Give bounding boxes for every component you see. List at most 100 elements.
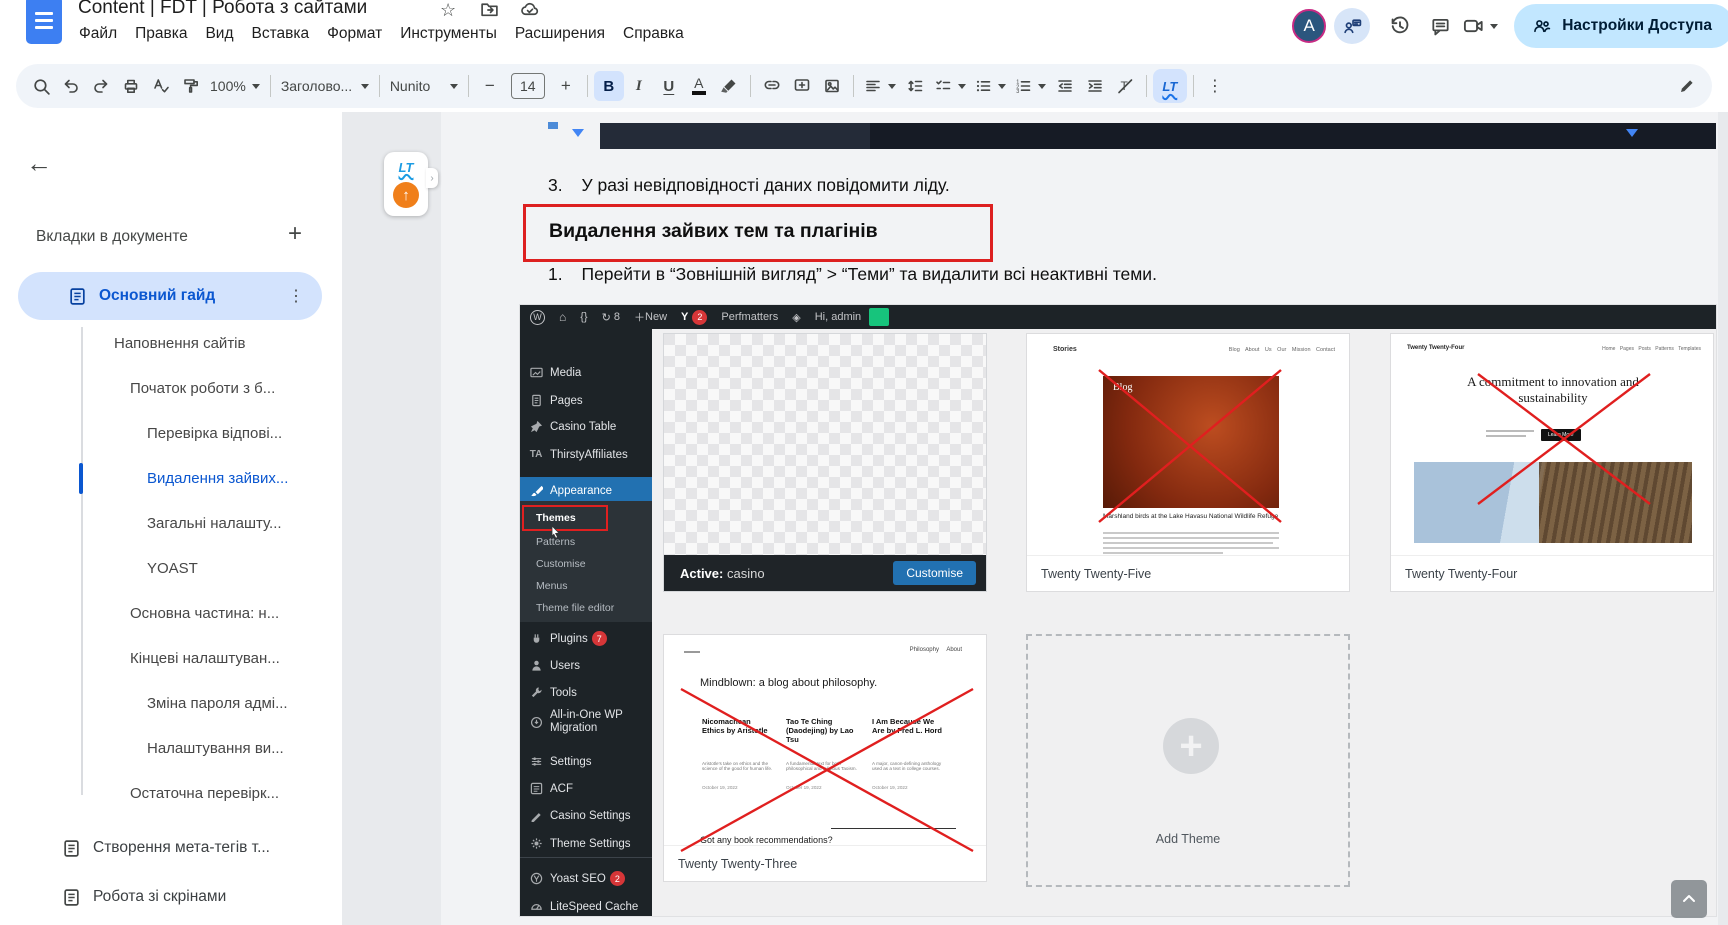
print-button[interactable]	[116, 71, 146, 101]
bulleted-list-button[interactable]	[970, 71, 1010, 101]
wp-site-name: {}	[580, 311, 588, 323]
meet-button[interactable]	[1460, 6, 1500, 46]
widget-expand-chevron-icon[interactable]: ›	[426, 168, 438, 188]
outline-item[interactable]: Налаштування ви...	[0, 726, 330, 771]
languagetool-button[interactable]: LT	[1152, 69, 1187, 103]
star-icon[interactable]: ☆	[440, 0, 456, 21]
avatar[interactable]: A	[1292, 9, 1327, 43]
tab-stvorennia-meta-tehiv[interactable]: Створення мета-тегів т...	[0, 826, 342, 870]
wp-submenu-menus: Menus	[536, 580, 568, 592]
menu-file[interactable]: Файл	[70, 22, 126, 46]
docs-logo-lines	[35, 8, 53, 33]
google-docs-logo-icon[interactable]	[26, 0, 62, 44]
outline-item-active[interactable]: Видалення зайвих...	[0, 456, 330, 501]
insert-link-button[interactable]	[757, 71, 787, 101]
scroll-to-top-button[interactable]	[1671, 880, 1707, 918]
wp-yoast-icon: Y2	[681, 309, 708, 325]
previous-screenshot-edge	[600, 123, 1716, 149]
theme-card-twenty-twenty-five: Stories Blog About Us Our Mission Contac…	[1026, 333, 1350, 592]
clear-formatting-button[interactable]: T	[1110, 71, 1140, 101]
tab-options-icon[interactable]: ⋮	[288, 286, 304, 306]
increase-font-size-button[interactable]: +	[551, 71, 581, 101]
redo-button[interactable]	[86, 71, 116, 101]
paragraph-style-select[interactable]: Заголово...	[277, 71, 373, 101]
svg-text:3: 3	[1016, 89, 1019, 95]
italic-button[interactable]: I	[624, 71, 654, 101]
scroll-up-extension-icon[interactable]: ↑	[393, 182, 419, 209]
wp-submenu-theme-file-editor: Theme file editor	[536, 602, 615, 614]
add-comment-button[interactable]	[787, 71, 817, 101]
paint-format-button[interactable]	[176, 71, 206, 101]
numbered-list-button[interactable]: 123	[1010, 71, 1050, 101]
checklist-button[interactable]	[930, 71, 970, 101]
move-folder-icon[interactable]	[480, 0, 499, 24]
bold-button[interactable]: B	[593, 71, 624, 101]
doc-text-line[interactable]: У разі невідповідності даних повідомити …	[581, 175, 949, 195]
outline-item[interactable]: Початок роботи з б...	[0, 366, 330, 411]
chevron-down-icon	[572, 129, 584, 137]
decrease-indent-button[interactable]	[1050, 71, 1080, 101]
doc-text-line[interactable]: Перейти в “Зовнішній вигляд” > “Теми” та…	[581, 264, 1156, 284]
contacts-button[interactable]	[1334, 8, 1371, 44]
wp-menu-users: Users	[520, 652, 652, 679]
wp-menu-yoast-seo: Yoast SEO 2	[520, 865, 652, 892]
add-tab-button[interactable]: +	[288, 220, 302, 248]
editing-mode-button[interactable]	[1672, 71, 1702, 101]
spellcheck-button[interactable]	[146, 71, 176, 101]
font-family-select[interactable]: Nunito	[386, 71, 462, 101]
undo-button[interactable]	[56, 71, 86, 101]
outline-item[interactable]: Перевірка відпові...	[0, 411, 330, 456]
languagetool-icon[interactable]: LT	[399, 160, 414, 175]
highlight-color-button[interactable]	[714, 71, 744, 101]
red-annotation-box	[522, 505, 608, 531]
tab-osnovnyi-haid[interactable]: Основний гайд ⋮	[18, 272, 322, 320]
decrease-font-size-button[interactable]: −	[475, 71, 505, 101]
comments-button[interactable]	[1420, 6, 1460, 46]
outline-item[interactable]: Загальні налашту...	[0, 501, 330, 546]
document-title[interactable]: Content | FDT | Робота з сайтами	[78, 0, 367, 19]
theme-card-active-casino: Active: casino Customise	[663, 333, 987, 592]
document-tab-icon	[64, 888, 79, 906]
wp-menu-separator	[520, 857, 652, 858]
outline-item[interactable]: Кінцеві налаштуван...	[0, 636, 330, 681]
version-history-button[interactable]	[1380, 6, 1420, 46]
menu-extensions[interactable]: Расширения	[506, 22, 614, 46]
font-size-input[interactable]: 14	[510, 73, 545, 99]
menu-view[interactable]: Вид	[196, 22, 242, 46]
menu-edit[interactable]: Правка	[126, 22, 196, 46]
wp-admin-bar: W ⌂ {} ↻ 8 ＋ New Y2 Perfmatters ◈ Hi, ad…	[520, 305, 1716, 329]
close-sidebar-button[interactable]: ←	[26, 148, 52, 179]
menu-format[interactable]: Формат	[318, 22, 391, 46]
outline-item[interactable]: Остаточна перевірк...	[0, 771, 330, 816]
more-tools-button[interactable]: ⋮	[1200, 71, 1230, 101]
cloud-status-icon[interactable]	[520, 0, 540, 24]
outline-item[interactable]: Зміна пароля адмі...	[0, 681, 330, 726]
menu-insert[interactable]: Вставка	[243, 22, 319, 46]
share-button[interactable]: Настройки Доступа	[1514, 4, 1728, 48]
line-spacing-button[interactable]	[900, 71, 930, 101]
search-menus-button[interactable]	[26, 71, 56, 101]
share-label: Настройки Доступа	[1562, 17, 1712, 34]
outline-item[interactable]: Основна частина: н...	[0, 591, 330, 636]
outline-item[interactable]: YOAST	[0, 546, 330, 591]
menu-tools[interactable]: Инструменты	[391, 22, 506, 46]
languagetool-widget[interactable]: LT ↑	[384, 152, 428, 216]
text-color-button[interactable]: A	[684, 71, 714, 101]
tab-robota-zi-skrinamy[interactable]: Робота зі скрінами	[0, 875, 342, 919]
align-button[interactable]	[860, 71, 900, 101]
increase-indent-button[interactable]	[1080, 71, 1110, 101]
underline-button[interactable]: U	[654, 71, 684, 101]
doc-section-heading[interactable]: Видалення зайвих тем та плагінів	[549, 220, 878, 243]
zoom-select[interactable]: 100%	[206, 71, 264, 101]
outline-item[interactable]: Наповнення сайтів	[0, 321, 330, 366]
list-number: 3.	[548, 175, 563, 195]
wordpress-screenshot-image[interactable]: W ⌂ {} ↻ 8 ＋ New Y2 Perfmatters ◈ Hi, ad…	[520, 305, 1716, 916]
wp-menu-aio-migration: All-in-One WP Migration	[520, 706, 652, 738]
wp-menu-casino-table: Casino Table	[520, 413, 652, 440]
menu-help[interactable]: Справка	[614, 22, 693, 46]
wp-menu-plugins: Plugins 7	[520, 625, 652, 652]
document-canvas: LT ↑ › 3. У разі невідповідності даних п…	[342, 112, 1728, 925]
add-theme-card: + Add Theme	[1026, 634, 1350, 887]
insert-image-button[interactable]	[817, 71, 847, 101]
wp-menu-media: Media	[520, 359, 652, 386]
